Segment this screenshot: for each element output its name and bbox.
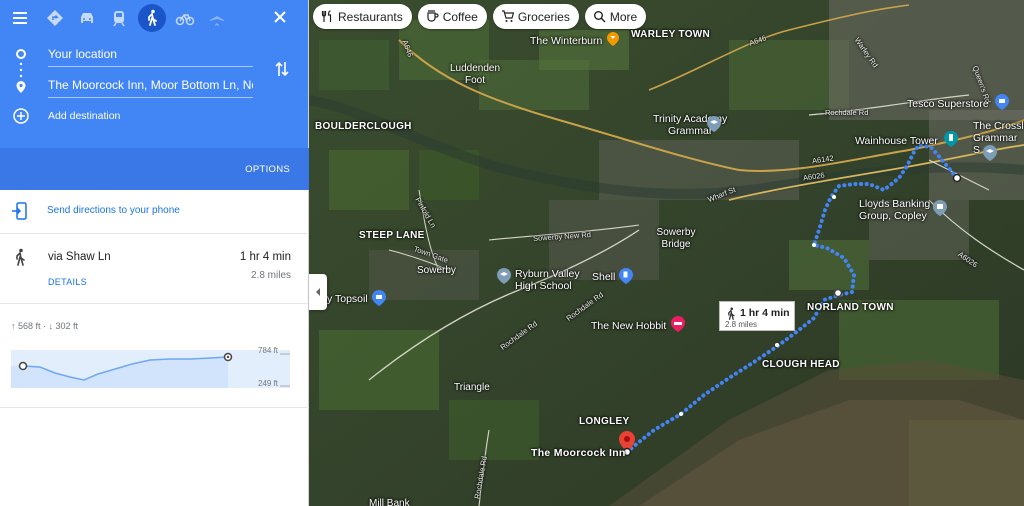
swap-icon bbox=[275, 61, 289, 77]
elevation-min-label: 249 ft bbox=[258, 379, 279, 388]
landmark-pin-icon[interactable] bbox=[944, 131, 958, 147]
mode-driving-button[interactable] bbox=[73, 4, 101, 32]
place-luddenden-foot: Luddenden Foot bbox=[449, 63, 501, 86]
destination-field[interactable]: The Moorcock Inn, Moor Bottom Ln, Norlan… bbox=[48, 76, 253, 98]
chip-label: Groceries bbox=[517, 9, 570, 24]
poi-shell-label[interactable]: Shell bbox=[592, 271, 615, 283]
route-distance: 2.8 miles bbox=[250, 270, 291, 281]
poi-crossley-label[interactable]: The Crossl Grammar S bbox=[973, 120, 1024, 156]
business-pin-icon[interactable] bbox=[933, 200, 947, 216]
route-option[interactable]: via Shaw Ln 1 hr 4 min 2.8 miles DETAILS bbox=[0, 234, 309, 304]
poi-lloyds-label[interactable]: Lloyds Banking Group, Copley bbox=[859, 198, 930, 222]
mode-walking-button[interactable] bbox=[138, 4, 166, 32]
mode-cycling-button[interactable] bbox=[171, 4, 199, 32]
shopping-pin-icon[interactable] bbox=[995, 94, 1009, 110]
elevation-start-marker bbox=[18, 361, 28, 371]
chevron-left-icon bbox=[316, 288, 320, 296]
directions-diamond-icon bbox=[47, 10, 63, 26]
directions-header: Your location The Moorcock Inn, Moor Bot… bbox=[0, 0, 309, 190]
place-clough-head: CLOUGH HEAD bbox=[762, 359, 840, 370]
destination-label[interactable]: The Moorcock Inn bbox=[531, 447, 626, 459]
place-boulderclough: BOULDERCLOUGH bbox=[315, 121, 412, 132]
mode-transit-button[interactable] bbox=[105, 4, 133, 32]
place-norland-town: NORLAND TOWN bbox=[807, 302, 894, 313]
school-pin-icon[interactable] bbox=[983, 145, 997, 161]
search-icon bbox=[593, 11, 606, 23]
cart-icon bbox=[501, 10, 514, 22]
plane-icon bbox=[210, 10, 224, 26]
category-chips: Restaurants Coffee Groceries More bbox=[313, 4, 647, 29]
trip-waypoint-icons bbox=[13, 49, 29, 124]
walk-icon bbox=[148, 9, 157, 26]
route-waypoint-marker bbox=[833, 288, 843, 298]
gas-station-pin-icon[interactable] bbox=[619, 268, 633, 284]
mode-flights-button[interactable] bbox=[203, 4, 231, 32]
menu-button[interactable] bbox=[6, 4, 34, 32]
place-sowerby-bridge: Sowerby Bridge bbox=[656, 227, 696, 250]
elevation-max-label: 784 ft bbox=[258, 346, 279, 355]
route-info-card[interactable]: 1 hr 4 min 2.8 miles bbox=[719, 301, 795, 331]
collapse-panel-button[interactable] bbox=[309, 274, 327, 310]
close-icon bbox=[274, 11, 286, 23]
poi-ryburn-label[interactable]: Ryburn Valley High School bbox=[515, 268, 580, 292]
add-destination-link[interactable]: Add destination bbox=[48, 110, 120, 122]
shopping-pin-icon[interactable] bbox=[372, 290, 386, 306]
details-link[interactable]: DETAILS bbox=[48, 277, 87, 287]
coffee-icon bbox=[427, 10, 439, 22]
place-triangle: Triangle bbox=[454, 382, 490, 393]
route-duration: 1 hr 4 min bbox=[239, 251, 291, 263]
send-to-phone-row[interactable]: Send directions to your phone bbox=[0, 190, 309, 234]
send-to-phone-label: Send directions to your phone bbox=[47, 205, 180, 216]
place-warley-town: WARLEY TOWN bbox=[631, 29, 711, 40]
elevation-summary: ↑ 568 ft · ↓ 302 ft bbox=[11, 321, 79, 331]
place-longley: LONGLEY bbox=[579, 416, 630, 427]
poi-wainhouse-label[interactable]: Wainhouse Tower bbox=[855, 135, 938, 147]
swap-button[interactable] bbox=[271, 58, 293, 80]
mode-best-button[interactable] bbox=[41, 4, 69, 32]
route-card-distance: 2.8 miles bbox=[725, 320, 758, 329]
route-start-marker bbox=[952, 173, 962, 183]
send-to-phone-icon bbox=[12, 202, 27, 220]
travel-mode-bar bbox=[0, 4, 309, 32]
chip-groceries[interactable]: Groceries bbox=[492, 4, 579, 29]
menu-icon bbox=[13, 12, 27, 24]
route-via: via Shaw Ln bbox=[48, 251, 111, 263]
directions-panel: Your location The Moorcock Inn, Moor Bot… bbox=[0, 0, 309, 506]
close-directions-button[interactable] bbox=[266, 3, 294, 31]
hotel-pin-icon[interactable] bbox=[671, 316, 685, 332]
train-icon bbox=[113, 11, 125, 27]
map-canvas[interactable]: Restaurants Coffee Groceries More WARLEY… bbox=[309, 0, 1024, 506]
chip-coffee[interactable]: Coffee bbox=[417, 4, 487, 29]
place-mill-bank: Mill Bank bbox=[369, 498, 410, 506]
chip-restaurants[interactable]: Restaurants bbox=[313, 4, 412, 29]
place-sowerby: Sowerby bbox=[417, 265, 456, 276]
poi-winterburn-label[interactable]: The Winterburn bbox=[530, 35, 602, 47]
school-pin-icon[interactable] bbox=[707, 116, 721, 132]
chip-label: Restaurants bbox=[338, 9, 403, 24]
chip-label: More bbox=[609, 9, 638, 24]
walk-icon bbox=[728, 307, 735, 320]
bar-pin-icon[interactable] bbox=[607, 32, 619, 46]
origin-field[interactable]: Your location bbox=[48, 45, 253, 67]
poi-tesco-label[interactable]: Tesco Superstore bbox=[907, 98, 989, 110]
walk-icon bbox=[16, 248, 25, 266]
options-button[interactable]: OPTIONS bbox=[245, 164, 290, 175]
chip-more[interactable]: More bbox=[584, 4, 647, 29]
elevation-profile: ↑ 568 ft · ↓ 302 ft 784 ft 249 ft bbox=[0, 304, 309, 408]
bike-icon bbox=[175, 14, 195, 26]
chip-label: Coffee bbox=[442, 9, 478, 24]
car-icon bbox=[81, 13, 93, 23]
poi-topsoil-label[interactable]: y Topsoil bbox=[327, 293, 368, 305]
school-pin-icon[interactable] bbox=[497, 268, 511, 284]
poi-new-hobbit-label[interactable]: The New Hobbit bbox=[591, 320, 666, 332]
road-rochdale-rd-ne: Rochdale Rd bbox=[825, 108, 869, 117]
origin-dot-icon bbox=[16, 49, 26, 59]
place-steep-lane: STEEP LANE bbox=[359, 230, 425, 241]
route-card-duration: 1 hr 4 min bbox=[740, 307, 790, 319]
cutlery-icon bbox=[321, 10, 332, 22]
